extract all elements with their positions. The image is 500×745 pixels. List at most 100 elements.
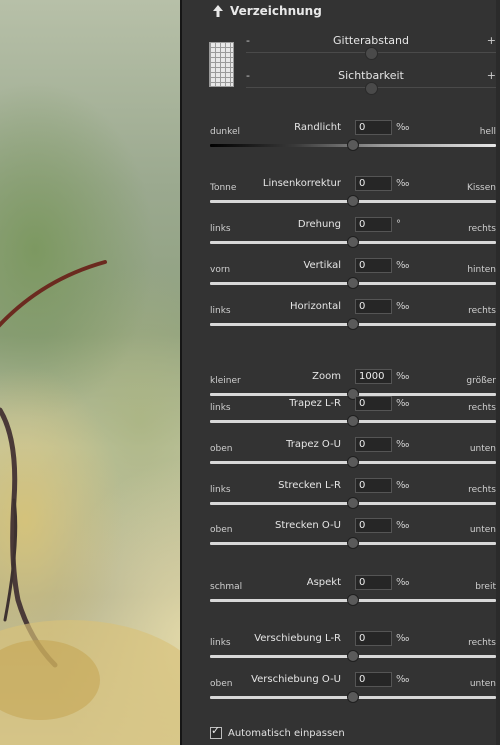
slider-left-label: oben xyxy=(210,679,233,689)
slider-unit: ‰ xyxy=(396,260,410,271)
slider-row: links Trapez L-R 0 ‰ rechts xyxy=(210,396,496,432)
slider-left-label: schmal xyxy=(210,582,243,592)
slider-name: Verschiebung O-U xyxy=(251,674,341,685)
slider-left-label: dunkel xyxy=(210,127,241,137)
slider-right-label: rechts xyxy=(468,403,496,413)
slider-unit: ‰ xyxy=(396,577,410,588)
slider-unit: ‰ xyxy=(396,122,410,133)
panel-scrollbar[interactable] xyxy=(496,0,500,745)
slider-unit: ° xyxy=(396,219,401,230)
slider-left-label: links xyxy=(210,638,231,648)
slider-name: Horizontal xyxy=(289,301,341,312)
app-window: Verzeichnung - Gitterabstand + - Sichtba… xyxy=(0,0,500,745)
slider-row: links Horizontal 0 ‰ rechts xyxy=(210,299,496,335)
slider-name: Trapez O-U xyxy=(286,439,341,450)
slider-right-label: rechts xyxy=(468,224,496,234)
slider-thumb[interactable] xyxy=(347,139,359,151)
slider-left-label: links xyxy=(210,485,231,495)
slider-value-input[interactable]: 0 xyxy=(355,217,392,232)
slider-row: oben Verschiebung O-U 0 ‰ unten xyxy=(210,672,496,708)
slider-row: oben Strecken O-U 0 ‰ unten xyxy=(210,518,496,554)
visibility-increase[interactable]: + xyxy=(487,69,496,82)
slider-right-label: rechts xyxy=(468,306,496,316)
slider-value-input[interactable]: 0 xyxy=(355,258,392,273)
slider-unit: ‰ xyxy=(396,371,410,382)
slider-row: Tonne Linsenkorrektur 0 ‰ Kissen xyxy=(210,176,496,212)
slider-thumb[interactable] xyxy=(347,497,359,509)
arrow-up-icon xyxy=(213,5,223,17)
slider-value-input[interactable]: 0 xyxy=(355,631,392,646)
slider-unit: ‰ xyxy=(396,674,410,685)
slider-unit: ‰ xyxy=(396,398,410,409)
slider-left-label: links xyxy=(210,306,231,316)
slider-left-label: kleiner xyxy=(210,376,241,386)
slider-row: links Drehung 0 ° rechts xyxy=(210,217,496,253)
slider-thumb[interactable] xyxy=(347,650,359,662)
slider-value-input[interactable]: 0 xyxy=(355,120,392,135)
slider-value-input[interactable]: 0 xyxy=(355,518,392,533)
slider-left-label: Tonne xyxy=(210,183,237,193)
slider-right-label: hell xyxy=(479,127,496,137)
slider-row: links Strecken L-R 0 ‰ rechts xyxy=(210,478,496,514)
slider-value-input[interactable]: 0 xyxy=(355,672,392,687)
slider-left-label: links xyxy=(210,224,231,234)
auto-fit-label: Automatisch einpassen xyxy=(228,727,345,739)
slider-thumb[interactable] xyxy=(347,456,359,468)
visibility-slider[interactable]: - Sichtbarkeit + xyxy=(246,69,496,108)
grid-spacing-label: Gitterabstand xyxy=(333,34,409,47)
slider-row: vorn Vertikal 0 ‰ hinten xyxy=(210,258,496,294)
slider-name: Strecken O-U xyxy=(275,520,341,531)
slider-right-label: unten xyxy=(469,444,496,454)
slider-row: links Verschiebung L-R 0 ‰ rechts xyxy=(210,631,496,667)
slider-value-input[interactable]: 0 xyxy=(355,176,392,191)
slider-left-label: oben xyxy=(210,444,233,454)
slider-value-input[interactable]: 0 xyxy=(355,396,392,411)
grid-spacing-slider[interactable]: - Gitterabstand + xyxy=(246,34,496,73)
grid-icon[interactable] xyxy=(209,42,234,87)
slider-row: oben Trapez O-U 0 ‰ unten xyxy=(210,437,496,473)
photo-image xyxy=(0,260,180,745)
slider-unit: ‰ xyxy=(396,301,410,312)
slider-left-label: vorn xyxy=(210,265,231,275)
slider-thumb[interactable] xyxy=(347,594,359,606)
slider-left-label: links xyxy=(210,403,231,413)
auto-fit-checkbox[interactable] xyxy=(210,724,222,739)
slider-row: schmal Aspekt 0 ‰ breit xyxy=(210,575,496,611)
slider-name: Drehung xyxy=(297,219,341,230)
slider-value-input[interactable]: 1000 xyxy=(355,369,392,384)
slider-right-label: größer xyxy=(466,376,496,386)
slider-thumb[interactable] xyxy=(347,236,359,248)
slider-name: Vertikal xyxy=(303,260,341,271)
section-title: Verzeichnung xyxy=(230,4,322,18)
slider-unit: ‰ xyxy=(396,439,410,450)
slider-thumb[interactable] xyxy=(347,318,359,330)
auto-fit-row[interactable]: Automatisch einpassen xyxy=(210,724,345,739)
section-header[interactable]: Verzeichnung xyxy=(212,2,322,20)
slider-right-label: Kissen xyxy=(466,183,496,193)
slider-name: Strecken L-R xyxy=(278,480,341,491)
slider-right-label: unten xyxy=(469,679,496,689)
grid-spacing-thumb[interactable] xyxy=(365,47,378,60)
slider-name: Verschiebung L-R xyxy=(254,633,341,644)
slider-thumb[interactable] xyxy=(347,537,359,549)
slider-thumb[interactable] xyxy=(347,415,359,427)
slider-unit: ‰ xyxy=(396,520,410,531)
slider-row: dunkel Randlicht 0 ‰ hell xyxy=(210,120,496,156)
slider-left-label: oben xyxy=(210,525,233,535)
slider-value-input[interactable]: 0 xyxy=(355,478,392,493)
slider-thumb[interactable] xyxy=(347,691,359,703)
slider-thumb[interactable] xyxy=(347,277,359,289)
slider-right-label: rechts xyxy=(468,485,496,495)
slider-value-input[interactable]: 0 xyxy=(355,299,392,314)
slider-right-label: unten xyxy=(469,525,496,535)
slider-value-input[interactable]: 0 xyxy=(355,437,392,452)
grid-spacing-increase[interactable]: + xyxy=(487,34,496,47)
slider-name: Zoom xyxy=(312,371,341,382)
slider-right-label: hinten xyxy=(467,265,496,275)
slider-right-label: breit xyxy=(475,582,496,592)
slider-name: Linsenkorrektur xyxy=(262,178,341,189)
slider-value-input[interactable]: 0 xyxy=(355,575,392,590)
slider-thumb[interactable] xyxy=(347,195,359,207)
photo-preview[interactable] xyxy=(0,0,180,745)
visibility-thumb[interactable] xyxy=(365,82,378,95)
